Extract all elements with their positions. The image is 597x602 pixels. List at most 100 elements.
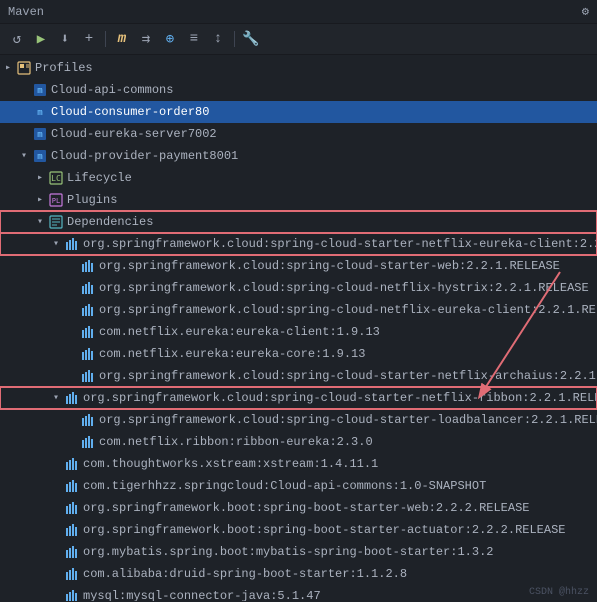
tree-item-dep3[interactable]: com.thoughtworks.xstream:xstream:1.4.11.…: [0, 453, 597, 475]
tree-item-dep1-5[interactable]: com.netflix.eureka:eureka-core:1.9.13: [0, 343, 597, 365]
tree-item-cloud-api-commons[interactable]: mCloud-api-commons: [0, 79, 597, 101]
no-arrow: [48, 544, 64, 560]
maven-tree-wrapper: ▸ProfilesmCloud-api-commonsmCloud-consum…: [0, 55, 597, 601]
watermark: CSDN @hhzz: [529, 587, 589, 598]
no-arrow: [48, 456, 64, 472]
tree-item-dep4[interactable]: com.tigerhhzz.springcloud:Cloud-api-comm…: [0, 475, 597, 497]
dependency-item-icon: [80, 324, 96, 340]
expand-arrow[interactable]: ▸: [32, 170, 48, 186]
dependency-item-icon: [80, 258, 96, 274]
module-icon: m: [32, 82, 48, 98]
tree-item-label: org.springframework.cloud:spring-cloud-n…: [99, 303, 597, 317]
expand-arrow[interactable]: ▾: [48, 236, 64, 252]
toolbar-generate[interactable]: ⊕: [159, 28, 181, 50]
tree-item-dep2-1[interactable]: org.springframework.cloud:spring-cloud-s…: [0, 409, 597, 431]
toolbar-separator-1: [105, 31, 106, 47]
toolbar-download[interactable]: ⬇: [54, 28, 76, 50]
no-arrow: [48, 566, 64, 582]
tree-item-label: com.tigerhhzz.springcloud:Cloud-api-comm…: [83, 479, 486, 493]
dependency-item-icon: [64, 500, 80, 516]
tree-item-label: mysql:mysql-connector-java:5.1.47: [83, 589, 321, 601]
plugins-icon: PL: [48, 192, 64, 208]
tree-item-label: org.springframework.cloud:spring-cloud-s…: [83, 391, 597, 405]
tree-item-dep1[interactable]: ▾org.springframework.cloud:spring-cloud-…: [0, 233, 597, 255]
tree-item-cloud-provider-payment8001[interactable]: ▾mCloud-provider-payment8001: [0, 145, 597, 167]
toolbar-skip[interactable]: ⇉: [135, 28, 157, 50]
tree-item-dep1-6[interactable]: org.springframework.cloud:spring-cloud-s…: [0, 365, 597, 387]
gear-icon[interactable]: ⚙: [582, 4, 589, 19]
toolbar-settings[interactable]: 🔧: [240, 28, 262, 50]
tree-item-label: org.springframework.cloud:spring-cloud-s…: [99, 413, 597, 427]
no-arrow: [64, 346, 80, 362]
tree-item-cloud-consumer-order80[interactable]: mCloud-consumer-order80: [0, 101, 597, 123]
tree-item-dep7[interactable]: org.mybatis.spring.boot:mybatis-spring-b…: [0, 541, 597, 563]
tree-item-label: Cloud-eureka-server7002: [51, 127, 217, 141]
no-arrow: [64, 324, 80, 340]
dependency-item-icon: [80, 346, 96, 362]
tree-item-plugins[interactable]: ▸PLPlugins: [0, 189, 597, 211]
tree-item-dep1-4[interactable]: com.netflix.eureka:eureka-client:1.9.13: [0, 321, 597, 343]
tree-item-label: com.netflix.ribbon:ribbon-eureka:2.3.0: [99, 435, 373, 449]
tree-item-dependencies[interactable]: ▾ Dependencies: [0, 211, 597, 233]
toolbar-run2[interactable]: m: [111, 28, 133, 50]
maven-tree: ▸ProfilesmCloud-api-commonsmCloud-consum…: [0, 55, 597, 601]
tree-item-profiles[interactable]: ▸Profiles: [0, 57, 597, 79]
dependencies-icon: [48, 214, 64, 230]
tree-item-label: Cloud-consumer-order80: [51, 105, 209, 119]
no-arrow: [16, 82, 32, 98]
profiles-icon: [16, 60, 32, 76]
tree-item-dep9[interactable]: mysql:mysql-connector-java:5.1.47: [0, 585, 597, 601]
module-icon: m: [32, 148, 48, 164]
tree-item-label: com.netflix.eureka:eureka-client:1.9.13: [99, 325, 380, 339]
dependency-item-icon: [80, 412, 96, 428]
no-arrow: [48, 522, 64, 538]
tree-item-cloud-eureka-server7002[interactable]: m Cloud-eureka-server7002: [0, 123, 597, 145]
toolbar-run[interactable]: ▶: [30, 28, 52, 50]
title-bar: Maven ⚙: [0, 0, 597, 24]
toolbar-add[interactable]: +: [78, 28, 100, 50]
lifecycle-icon: LC: [48, 170, 64, 186]
tree-item-label: org.springframework.cloud:spring-cloud-n…: [99, 281, 589, 295]
tree-item-dep2[interactable]: ▾ org.springframework.cloud:spring-cloud-…: [0, 387, 597, 409]
expand-arrow[interactable]: ▾: [48, 390, 64, 406]
toolbar: ↺ ▶ ⬇ + m ⇉ ⊕ ≡ ↕ 🔧: [0, 24, 597, 55]
expand-arrow[interactable]: ▸: [32, 192, 48, 208]
no-arrow: [48, 500, 64, 516]
no-arrow: [64, 258, 80, 274]
tree-item-dep1-1[interactable]: org.springframework.cloud:spring-cloud-s…: [0, 255, 597, 277]
dependency-item-icon: [64, 588, 80, 601]
toolbar-refresh[interactable]: ↺: [6, 28, 28, 50]
toolbar-separator-2: [234, 31, 235, 47]
no-arrow: [64, 434, 80, 450]
dependency-item-icon: [64, 522, 80, 538]
expand-arrow[interactable]: ▸: [0, 60, 16, 76]
dependency-item-icon: [64, 478, 80, 494]
tree-item-dep1-3[interactable]: org.springframework.cloud:spring-cloud-n…: [0, 299, 597, 321]
dependency-item-icon: [80, 434, 96, 450]
tree-item-lifecycle[interactable]: ▸LCLifecycle: [0, 167, 597, 189]
tree-item-label: com.netflix.eureka:eureka-core:1.9.13: [99, 347, 365, 361]
tree-item-dep2-2[interactable]: com.netflix.ribbon:ribbon-eureka:2.3.0: [0, 431, 597, 453]
toolbar-list[interactable]: ≡: [183, 28, 205, 50]
tree-item-dep5[interactable]: org.springframework.boot:spring-boot-sta…: [0, 497, 597, 519]
tree-item-dep1-2[interactable]: org.springframework.cloud:spring-cloud-n…: [0, 277, 597, 299]
dependency-item-icon: [64, 236, 80, 252]
tree-item-dep6[interactable]: org.springframework.boot:spring-boot-sta…: [0, 519, 597, 541]
dependency-item-icon: [80, 302, 96, 318]
expand-arrow[interactable]: ▾: [16, 148, 32, 164]
tree-item-label: Plugins: [67, 193, 117, 207]
svg-text:LC: LC: [51, 174, 61, 183]
tree-item-label: org.springframework.cloud:spring-cloud-s…: [99, 259, 560, 273]
dependency-item-icon: [80, 368, 96, 384]
no-arrow: [48, 478, 64, 494]
tree-item-label: Cloud-api-commons: [51, 83, 173, 97]
module-icon: m: [32, 104, 48, 120]
expand-arrow[interactable]: ▾: [32, 214, 48, 230]
dependency-item-icon: [64, 544, 80, 560]
tree-item-dep8[interactable]: com.alibaba:druid-spring-boot-starter:1.…: [0, 563, 597, 585]
svg-text:m: m: [37, 130, 43, 140]
tree-item-label: Dependencies: [67, 215, 153, 229]
toolbar-sort[interactable]: ↕: [207, 28, 229, 50]
tree-item-label: org.springframework.cloud:spring-cloud-s…: [99, 369, 597, 383]
svg-text:m: m: [37, 152, 43, 162]
